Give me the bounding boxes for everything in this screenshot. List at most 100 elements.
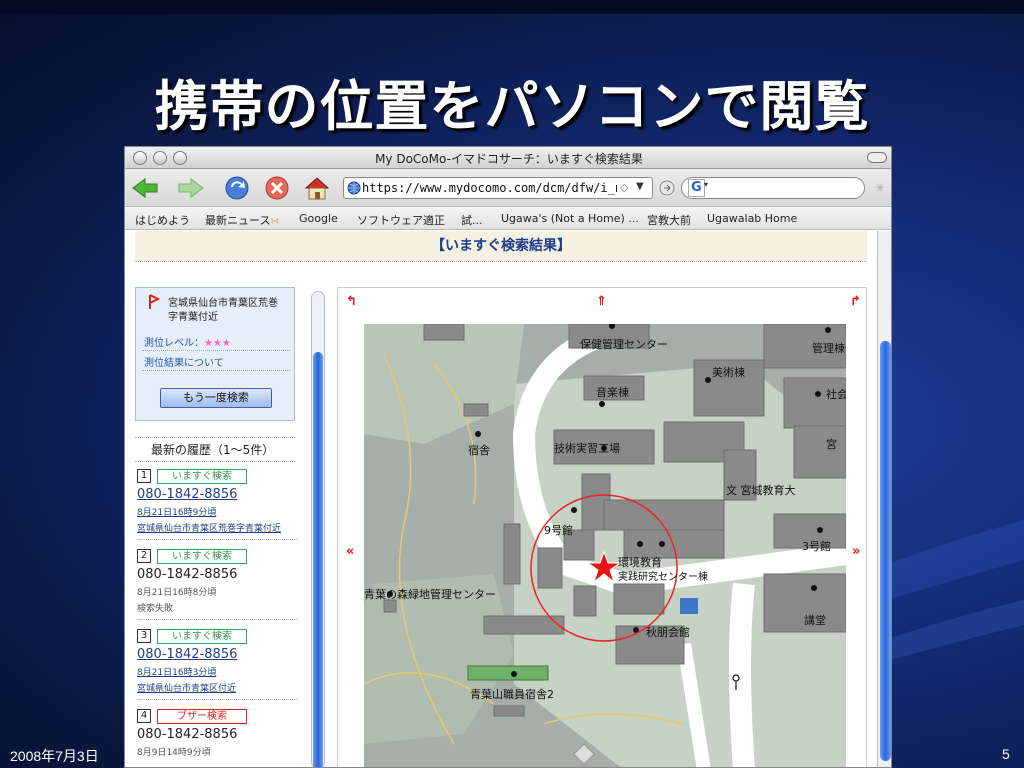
- divider: [137, 619, 297, 620]
- bookmark-latest-news-label: 最新ニュース: [205, 214, 271, 227]
- accuracy-level: 測位レベル：★★★: [144, 334, 231, 349]
- window-scrollbar[interactable]: [877, 231, 891, 767]
- location-address-line1: 宮城県仙台市青葉区荒巻: [168, 298, 278, 309]
- accuracy-label: 測位レベル：: [144, 338, 204, 349]
- pan-northwest-arrow[interactable]: ↰: [346, 294, 357, 309]
- search-type-badge: いますぐ検索: [157, 629, 247, 644]
- bookmark-google[interactable]: Google: [299, 212, 338, 225]
- address-bar[interactable]: https://www.mydocomo.com/dcm/dfw/i_n ◇ ▼: [343, 177, 653, 199]
- pan-east-arrow[interactable]: »: [852, 544, 860, 559]
- history-date-link[interactable]: 8月21日16時9分頃: [137, 505, 216, 518]
- bookmark-software[interactable]: ソフトウェア適正: [357, 212, 445, 228]
- page-content: 【いますぐ検索結果】 宮城県仙台市青葉区荒巻 字青葉付近 測位レベル：★★★ 測…: [125, 231, 891, 767]
- pan-west-arrow[interactable]: «: [346, 544, 354, 559]
- map-label: 社会: [826, 388, 846, 401]
- history-number: 2: [137, 549, 151, 563]
- pan-north-arrow[interactable]: ⇑: [596, 294, 607, 309]
- map-label: 美術棟: [712, 366, 745, 379]
- navigation-toolbar: https://www.mydocomo.com/dcm/dfw/i_n ◇ ▼…: [125, 169, 891, 207]
- location-pin-icon: [149, 294, 160, 309]
- search-type-badge: ブザー検索: [157, 709, 247, 724]
- bookmark-test[interactable]: 試...: [461, 212, 483, 228]
- map-label: 青葉山職員宿舎2: [470, 688, 554, 701]
- divider: [135, 261, 867, 262]
- history-phone-link[interactable]: 080-1842-8856: [137, 487, 237, 502]
- history-number: 3: [137, 629, 151, 643]
- history-date-link[interactable]: 8月21日16時3分頃: [137, 665, 216, 678]
- accuracy-stars: ★★★: [204, 338, 231, 349]
- activity-spinner-icon: ✳: [875, 181, 886, 195]
- back-arrow-icon[interactable]: [131, 175, 159, 201]
- history-date: 8月9日14時9分頃: [137, 748, 211, 758]
- home-icon[interactable]: [303, 175, 331, 201]
- history-number: 4: [137, 709, 151, 723]
- map-label: 音楽棟: [596, 386, 629, 399]
- location-map[interactable]: 保健管理センター 管理棟 美術棟 社会 音楽棟 宿舎 技術実習工場 宮 文 宮城…: [364, 324, 846, 767]
- bookmark-ugawas[interactable]: Ugawa's (Not a Home) ...: [501, 212, 639, 225]
- map-label: 管理棟: [812, 342, 845, 355]
- divider: [137, 539, 297, 540]
- map-label: 宿舎: [468, 444, 490, 457]
- search-engine-dropdown-icon[interactable]: ▾: [704, 180, 708, 189]
- map-label: 技術実習工場: [554, 442, 620, 455]
- slide-title: 携帯の位置をパソコンで閲覧: [154, 75, 870, 138]
- map-label: 保健管理センター: [580, 338, 668, 351]
- slide-page-number: 5: [1002, 746, 1010, 762]
- history-number: 1: [137, 469, 151, 483]
- location-panel: 宮城県仙台市青葉区荒巻 字青葉付近 測位レベル：★★★ 測位結果について もう一…: [135, 287, 295, 421]
- history-address-link[interactable]: 宮城県仙台市青葉区付近: [137, 681, 236, 694]
- history-scrollbar[interactable]: [311, 291, 325, 767]
- google-G-icon[interactable]: G: [688, 179, 705, 197]
- bookmark-ugawalab[interactable]: Ugawalab Home: [707, 212, 797, 225]
- divider: [135, 461, 295, 462]
- bookmark-latest-news[interactable]: 最新ニュース∺: [205, 212, 279, 228]
- divider: [142, 350, 290, 351]
- result-header-title: 【いますぐ検索結果】: [431, 238, 571, 254]
- browser-window: My DoCoMo-イマドコサーチ：いますぐ検索結果 https://www.m…: [124, 146, 892, 768]
- bookmark-miyakyo[interactable]: 宮教大前: [647, 212, 691, 228]
- bookmarks-bar: はじめよう 最新ニュース∺ Google ソフトウェア適正 試... Ugawa…: [125, 208, 891, 230]
- search-type-badge: いますぐ検索: [157, 469, 247, 484]
- result-header-band: 【いますぐ検索結果】: [135, 231, 867, 261]
- divider: [135, 437, 295, 438]
- divider: [142, 370, 290, 371]
- location-address-line2: 字青葉付近: [168, 312, 218, 323]
- dropdown-arrow-icon[interactable]: ▼: [636, 181, 644, 192]
- globe-icon: [347, 181, 361, 195]
- map-label: 3号館: [802, 540, 831, 553]
- search-again-button[interactable]: もう一度検索: [160, 388, 272, 408]
- history-address-link[interactable]: 宮城県仙台市青葉区荒巻字青葉付近: [137, 521, 281, 534]
- history-date: 8月21日16時8分頃: [137, 588, 217, 598]
- about-results-link[interactable]: 測位結果について: [144, 354, 224, 369]
- map-label: 秋朋会館: [646, 626, 690, 639]
- map-label: 宮: [826, 438, 837, 451]
- slide-date: 2008年7月3日: [10, 748, 99, 764]
- go-button-icon[interactable]: [659, 180, 675, 196]
- history-phone: 080-1842-8856: [137, 727, 238, 742]
- window-title: My DoCoMo-イマドコサーチ：いますぐ検索結果: [375, 152, 643, 166]
- history-title: 最新の履歴（1〜5件）: [151, 443, 275, 457]
- divider: [137, 699, 297, 700]
- history-phone: 080-1842-8856: [137, 567, 238, 582]
- rss-feed-icon: ∺: [270, 216, 279, 227]
- window-scrollbar-thumb[interactable]: [880, 341, 891, 761]
- toolbar-toggle-button[interactable]: [867, 152, 887, 163]
- history-phone-link[interactable]: 080-1842-8856: [137, 647, 237, 662]
- reload-icon[interactable]: [223, 175, 251, 201]
- map-label: 講堂: [804, 614, 826, 627]
- stop-icon[interactable]: [263, 175, 291, 201]
- map-label: 9号館: [544, 524, 573, 537]
- window-titlebar: My DoCoMo-イマドコサーチ：いますぐ検索結果: [125, 147, 891, 169]
- search-input[interactable]: G ▾: [681, 177, 865, 199]
- history-scrollbar-thumb[interactable]: [313, 352, 323, 767]
- bookmark-getting-started[interactable]: はじめよう: [135, 212, 190, 228]
- lock-icon: ◇: [620, 181, 629, 194]
- url-text: https://www.mydocomo.com/dcm/dfw/i_n: [362, 181, 617, 195]
- map-label: 文 宮城教育大: [726, 484, 796, 497]
- history-status: 検索失敗: [137, 604, 174, 614]
- forward-arrow-icon[interactable]: [177, 175, 205, 201]
- map-label: 実践研究センター棟: [618, 572, 708, 583]
- pan-northeast-arrow[interactable]: ↱: [850, 294, 861, 309]
- search-type-badge: いますぐ検索: [157, 549, 247, 564]
- map-frame: ↰ ⇑ ↱ « » 保健管理センター 管理棟 美術棟 社会 音楽棟 宿舎 技術実…: [337, 287, 867, 767]
